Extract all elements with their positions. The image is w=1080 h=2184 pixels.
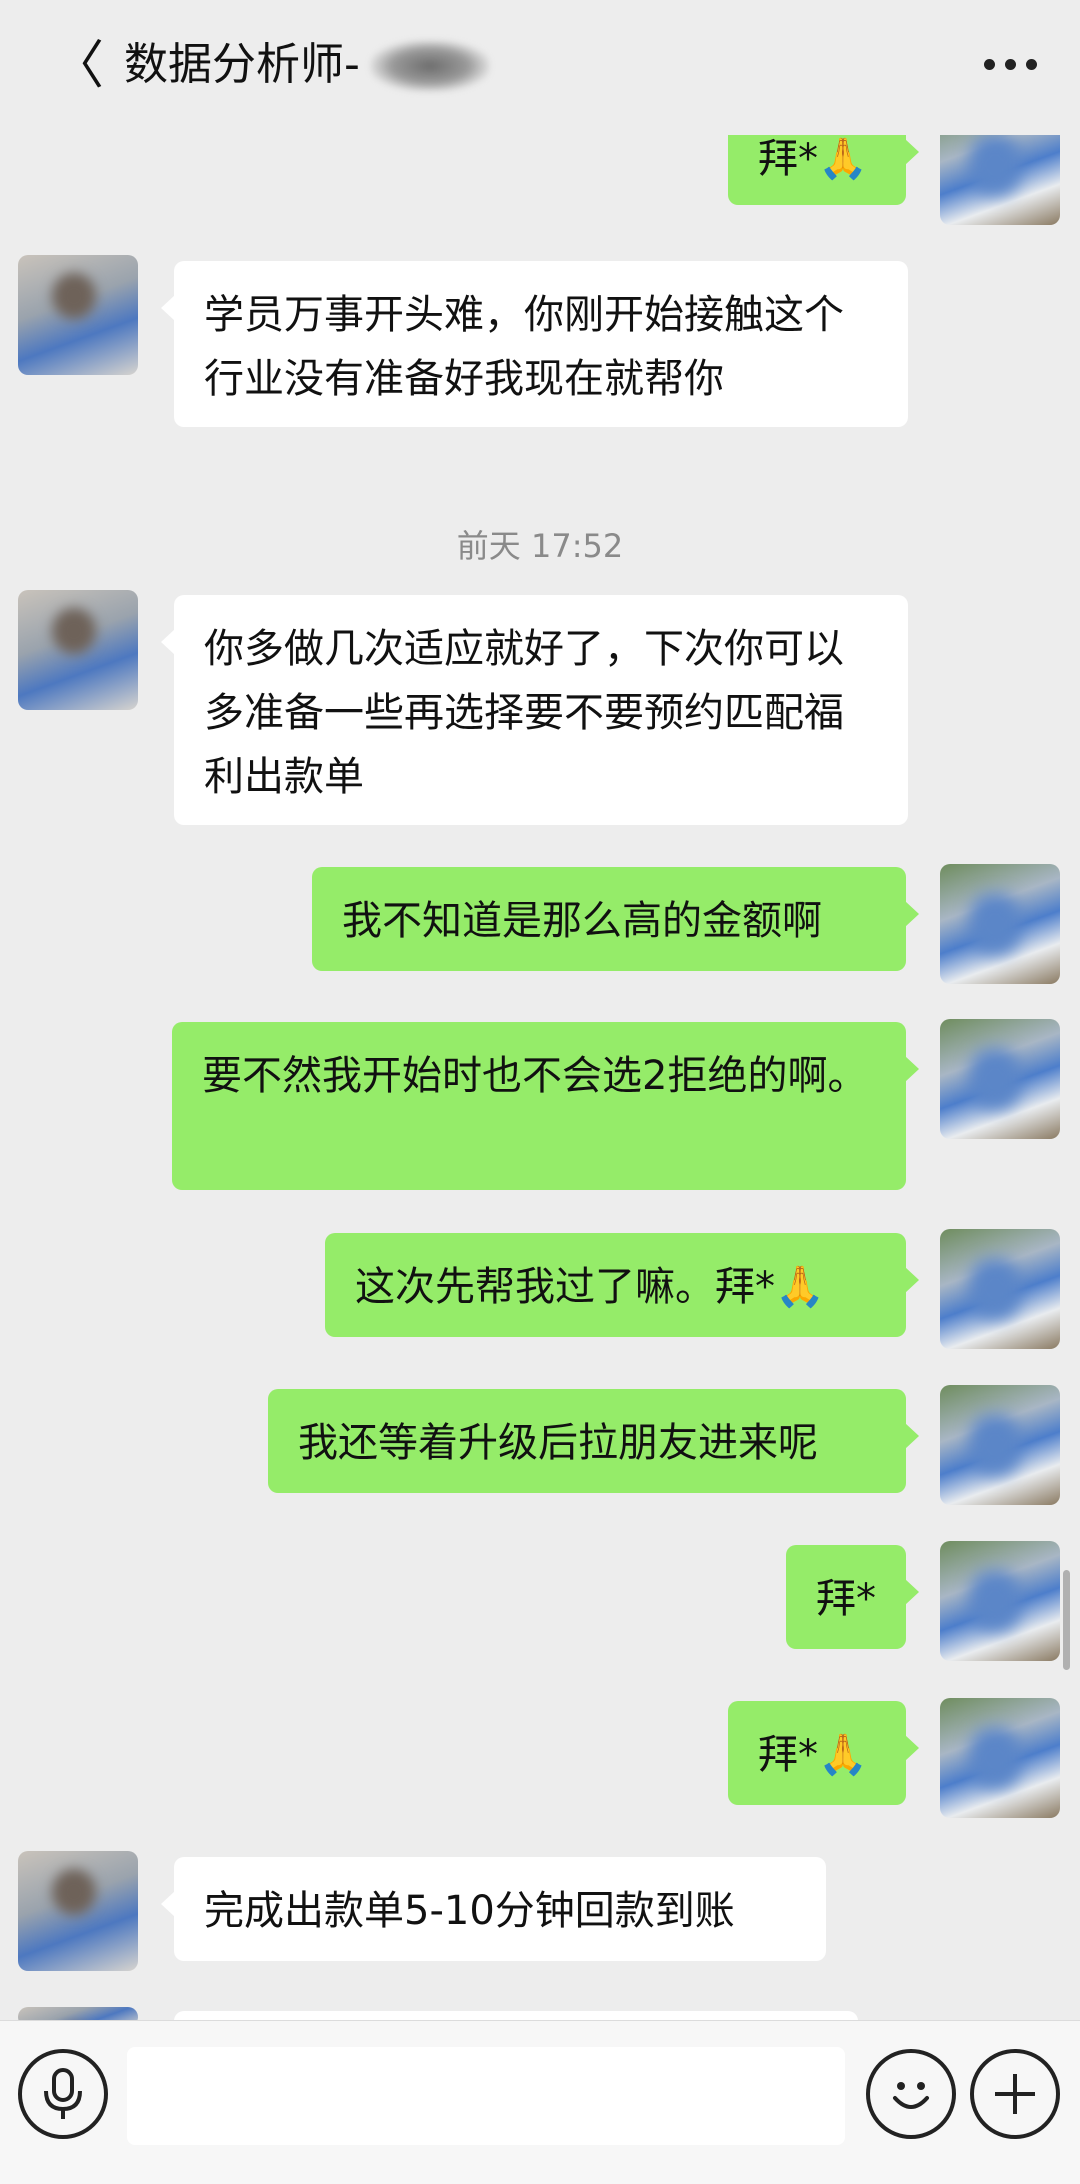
more-options-icon[interactable]	[970, 44, 1050, 84]
redacted-name-blur	[370, 40, 490, 92]
avatar-self[interactable]	[940, 135, 1060, 225]
avatar-contact[interactable]	[18, 255, 138, 375]
input-bar	[0, 2020, 1080, 2184]
smiley-icon[interactable]	[866, 2049, 956, 2139]
message-bubble-contact[interactable]: 学员万事开头难，你刚开始接触这个行业没有准备好我现在就帮你	[161, 261, 908, 427]
message-bubble-self[interactable]: 拜*🙏	[728, 135, 919, 205]
scrollbar[interactable]	[1063, 1570, 1070, 1670]
message-bubble-self[interactable]: 拜*🙏	[728, 1701, 919, 1805]
message-bubble-self[interactable]: 这次先帮我过了嘛。拜*🙏	[325, 1233, 919, 1337]
message-list[interactable]: 拜*🙏 学员万事开头难，你刚开始接触这个行业没有准备好我现在就帮你 前天 17:…	[0, 135, 1080, 2020]
message-bubble-contact[interactable]	[174, 2011, 858, 2020]
back-icon[interactable]: 〈	[52, 36, 112, 96]
avatar-self[interactable]	[940, 1385, 1060, 1505]
avatar-contact[interactable]	[18, 2007, 138, 2020]
message-bubble-contact[interactable]: 你多做几次适应就好了，下次你可以多准备一些再选择要不要预约匹配福利出款单	[161, 595, 908, 825]
message-bubble-contact[interactable]: 完成出款单5-10分钟回款到账	[161, 1857, 826, 1961]
avatar-self[interactable]	[940, 1541, 1060, 1661]
avatar-self[interactable]	[940, 1019, 1060, 1139]
message-input[interactable]	[127, 2047, 845, 2145]
message-bubble-self[interactable]: 我不知道是那么高的金额啊	[312, 867, 919, 971]
avatar-contact[interactable]	[18, 590, 138, 710]
message-timestamp: 前天 17:52	[456, 527, 624, 565]
message-bubble-self[interactable]: 我还等着升级后拉朋友进来呢	[268, 1389, 919, 1493]
chat-title: 数据分析师-	[124, 39, 360, 90]
avatar-self[interactable]	[940, 864, 1060, 984]
avatar-self[interactable]	[940, 1698, 1060, 1818]
chat-header: 〈 数据分析师-	[0, 0, 1080, 135]
avatar-self[interactable]	[940, 1229, 1060, 1349]
message-bubble-self[interactable]: 要不然我开始时也不会选2拒绝的啊。	[172, 1022, 919, 1190]
avatar-contact[interactable]	[18, 1851, 138, 1971]
message-bubble-self[interactable]: 拜*	[786, 1545, 919, 1649]
plus-icon[interactable]	[970, 2049, 1060, 2139]
microphone-icon[interactable]	[18, 2049, 108, 2139]
